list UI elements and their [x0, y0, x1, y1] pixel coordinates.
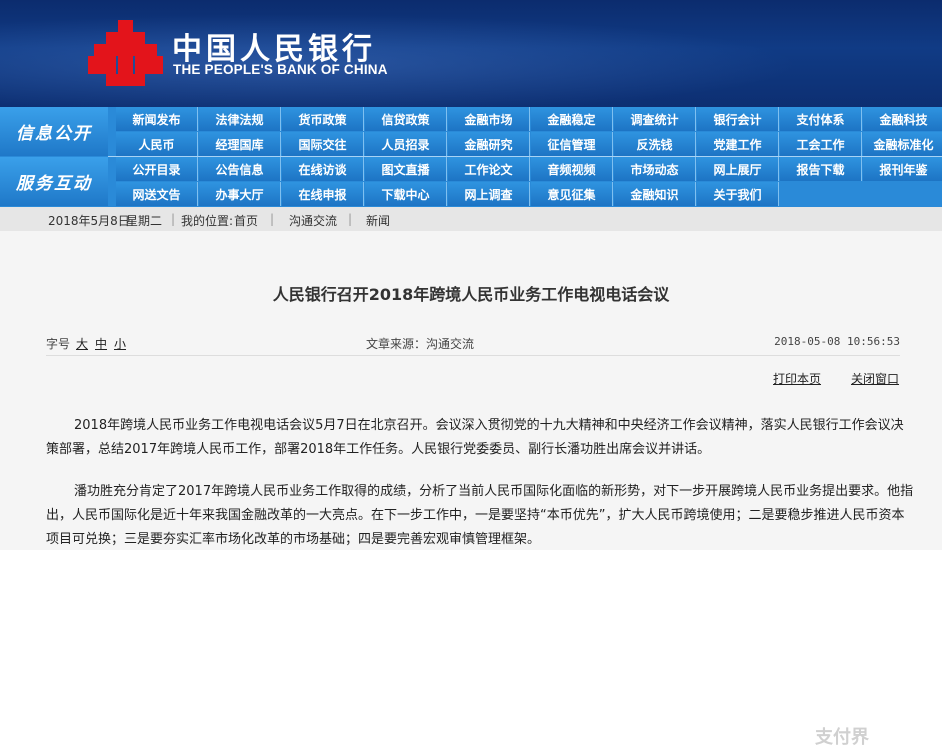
- nav-item-service-4[interactable]: 工作论文: [448, 157, 530, 181]
- current-date: 2018年5月8日: [48, 214, 130, 228]
- watermark: 支付界: [815, 727, 869, 748]
- article-meta-bar: 字号 大 中 小 文章来源：沟通交流 2018-05-08 10:56:53: [46, 329, 900, 356]
- breadcrumb-level1-link[interactable]: 沟通交流: [289, 212, 337, 229]
- breadcrumb-home-link[interactable]: 首页: [234, 212, 258, 229]
- nav-item-info-14[interactable]: 金融研究: [448, 132, 530, 156]
- nav-section-info: 信息公开 新闻发布 法律法规 货币政策 信贷政策 金融市场 金融稳定 调查统计 银行会计 支付体…: [0, 107, 942, 157]
- nav-item-service-16[interactable]: 金融知识: [614, 182, 696, 206]
- nav-item-service-0[interactable]: 公开目录: [116, 157, 198, 181]
- nav-grid-info: 新闻发布 法律法规 货币政策 信贷政策 金融市场 金融稳定 调查统计 银行会计 支付体系 金融科技…: [116, 107, 942, 156]
- nav-item-service-11[interactable]: 办事大厅: [199, 182, 281, 206]
- breadcrumb-separator: |: [270, 212, 275, 226]
- nav-item-info-13[interactable]: 人员招录: [365, 132, 447, 156]
- breadcrumb-separator: |: [348, 212, 353, 226]
- nav-item-service-7[interactable]: 网上展厅: [697, 157, 779, 181]
- nav-section-title-service[interactable]: 服务互动: [0, 157, 108, 206]
- nav-item-service-9[interactable]: 报刊年鉴: [863, 157, 942, 181]
- nav-item-info-12[interactable]: 国际交往: [282, 132, 364, 156]
- nav-grid-service: 公开目录 公告信息 在线访谈 图文直播 工作论文 音频视频 市场动态 网上展厅 报告下载 报刊年鉴…: [116, 157, 942, 206]
- article-paragraph: 潘功胜充分肯定了2017年跨境人民币业务工作取得的成绩，分析了当前人民币国际化面…: [46, 484, 914, 547]
- nav-item-info-8[interactable]: 支付体系: [780, 107, 862, 131]
- article-title: 人民银行召开2018年跨境人民币业务工作电视电话会议: [272, 285, 670, 304]
- bank-name-en: THE PEOPLE'S BANK OF CHINA: [173, 62, 388, 77]
- nav-item-service-2[interactable]: 在线访谈: [282, 157, 364, 181]
- font-size-medium-link[interactable]: 中: [95, 335, 107, 352]
- article-area: 人民银行召开2018年跨境人民币业务工作电视电话会议 字号 大 中 小 文章来源…: [0, 231, 942, 748]
- nav-item-service-10[interactable]: 网送文告: [116, 182, 198, 206]
- nav-item-service-15[interactable]: 意见征集: [531, 182, 613, 206]
- nav-item-service-13[interactable]: 下载中心: [365, 182, 447, 206]
- nav-item-service-5[interactable]: 音频视频: [531, 157, 613, 181]
- nav-item-info-17[interactable]: 党建工作: [697, 132, 779, 156]
- nav-item-info-1[interactable]: 法律法规: [199, 107, 281, 131]
- nav-item-info-16[interactable]: 反洗钱: [614, 132, 696, 156]
- nav-item-info-9[interactable]: 金融科技: [863, 107, 942, 131]
- article-paragraph: 2018年跨境人民币业务工作电视电话会议5月7日在北京召开。会议深入贯彻党的十九…: [46, 418, 904, 457]
- nav-item-info-3[interactable]: 信贷政策: [365, 107, 447, 131]
- site-header: 中国人民银行 THE PEOPLE'S BANK OF CHINA: [0, 0, 942, 107]
- breadcrumb-separator: |: [171, 212, 176, 226]
- nav-item-service-3[interactable]: 图文直播: [365, 157, 447, 181]
- nav-section-title-info[interactable]: 信息公开: [0, 107, 108, 156]
- breadcrumb-level2-link[interactable]: 新闻: [366, 212, 390, 229]
- nav-item-info-6[interactable]: 调查统计: [614, 107, 696, 131]
- nav-item-info-15[interactable]: 征信管理: [531, 132, 613, 156]
- main-navigation: 信息公开 新闻发布 法律法规 货币政策 信贷政策 金融市场 金融稳定 调查统计 银行会计 支付体…: [0, 107, 942, 207]
- nav-item-info-11[interactable]: 经理国库: [199, 132, 281, 156]
- breadcrumb-location-label: 我的位置:: [181, 214, 234, 228]
- nav-item-service-12[interactable]: 在线申报: [282, 182, 364, 206]
- font-size-label: 字号: [46, 337, 71, 351]
- nav-item-info-4[interactable]: 金融市场: [448, 107, 530, 131]
- nav-item-service-17[interactable]: 关于我们: [697, 182, 779, 206]
- nav-item-service-14[interactable]: 网上调查: [448, 182, 530, 206]
- nav-item-info-19[interactable]: 金融标准化: [863, 132, 942, 156]
- font-size-small-link[interactable]: 小: [114, 335, 126, 352]
- font-size-large-link[interactable]: 大: [76, 335, 88, 352]
- nav-item-service-8[interactable]: 报告下载: [780, 157, 862, 181]
- close-window-link[interactable]: 关闭窗口: [851, 370, 899, 387]
- print-page-link[interactable]: 打印本页: [773, 370, 821, 387]
- nav-item-info-0[interactable]: 新闻发布: [116, 107, 198, 131]
- breadcrumb: 2018年5月8日 星期二 | 我的位置: 首页 | 沟通交流 | 新闻: [0, 207, 942, 231]
- article-date: 2018-05-08 10:56:53: [774, 335, 900, 348]
- nav-item-service-1[interactable]: 公告信息: [199, 157, 281, 181]
- nav-item-info-10[interactable]: 人民币: [116, 132, 198, 156]
- nav-item-info-5[interactable]: 金融稳定: [531, 107, 613, 131]
- nav-item-info-2[interactable]: 货币政策: [282, 107, 364, 131]
- nav-item-service-6[interactable]: 市场动态: [614, 157, 696, 181]
- nav-item-info-18[interactable]: 工会工作: [780, 132, 862, 156]
- current-weekday: 星期二: [126, 214, 163, 228]
- nav-section-service: 服务互动 公开目录 公告信息 在线访谈 图文直播 工作论文 音频视频 市场动态 网上展厅 报告下…: [0, 157, 942, 207]
- nav-item-info-7[interactable]: 银行会计: [697, 107, 779, 131]
- article-source: 文章来源：沟通交流: [366, 337, 475, 351]
- pboc-logo-icon[interactable]: [88, 20, 163, 86]
